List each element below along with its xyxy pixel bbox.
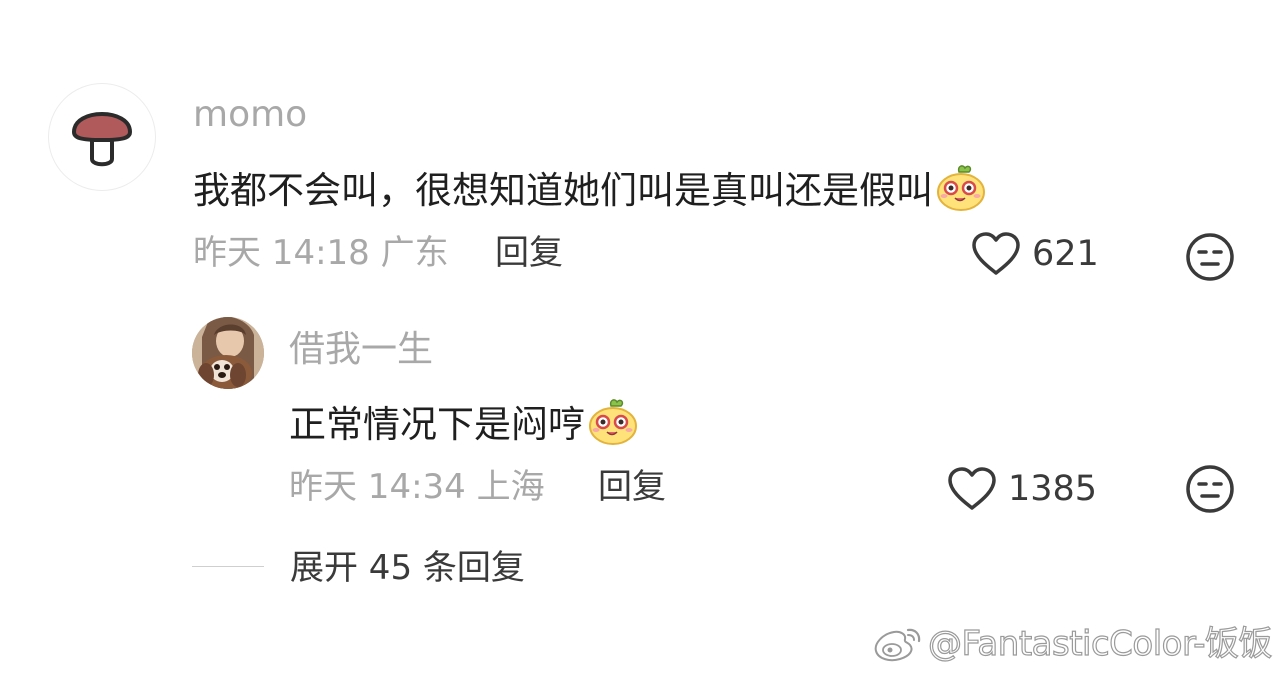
reply-time: 昨天 14:34 xyxy=(289,467,466,507)
comment-like-count: 621 xyxy=(1032,233,1099,274)
heart-icon xyxy=(972,232,1020,275)
reply-like-button[interactable]: 1385 xyxy=(946,466,1097,512)
weibo-watermark: @FantasticColor-饭饭 xyxy=(872,624,1273,664)
comment-reply-button[interactable]: 回复 xyxy=(495,236,563,270)
comment-text: 我都不会叫，很想知道她们叫是真叫还是假叫 xyxy=(193,162,987,218)
comment-time: 昨天 14:18 xyxy=(193,233,370,273)
comment-like-button[interactable]: 621 xyxy=(970,231,1099,277)
expand-replies-button[interactable]: 展开 45 条回复 xyxy=(290,551,525,585)
weibo-logo-icon xyxy=(874,628,921,662)
reply-text-content: 正常情况下是闷哼 xyxy=(289,402,585,446)
reply-location: 上海 xyxy=(476,467,545,507)
person-with-dog-photo-icon xyxy=(192,317,264,389)
mushroom-icon xyxy=(72,112,132,167)
comment-meta: 昨天 14:18 广东 xyxy=(193,236,449,270)
cute-yellow-emoji-icon xyxy=(587,396,639,452)
expand-divider xyxy=(192,566,264,567)
comment-dislike-button[interactable] xyxy=(1185,232,1235,286)
commenter-avatar[interactable] xyxy=(48,83,156,191)
reply-reply-button[interactable]: 回复 xyxy=(598,470,666,504)
watermark-text: @FantasticColor-饭饭 xyxy=(927,624,1273,664)
reply-dislike-button[interactable] xyxy=(1185,464,1235,518)
replier-username[interactable]: 借我一生 xyxy=(289,332,433,368)
heart-icon xyxy=(948,467,996,510)
replier-avatar[interactable] xyxy=(192,317,264,389)
comment-text-content: 我都不会叫，很想知道她们叫是真叫还是假叫 xyxy=(193,168,933,212)
reply-meta: 昨天 14:34 上海 xyxy=(289,470,545,504)
meh-face-icon xyxy=(1186,233,1234,281)
reply-text: 正常情况下是闷哼 xyxy=(289,396,639,452)
cute-yellow-emoji-icon xyxy=(935,162,987,218)
reply-like-count: 1385 xyxy=(1008,468,1098,509)
meh-face-icon xyxy=(1186,465,1234,513)
comment-location: 广东 xyxy=(380,233,449,273)
commenter-username[interactable]: momo xyxy=(193,97,307,133)
